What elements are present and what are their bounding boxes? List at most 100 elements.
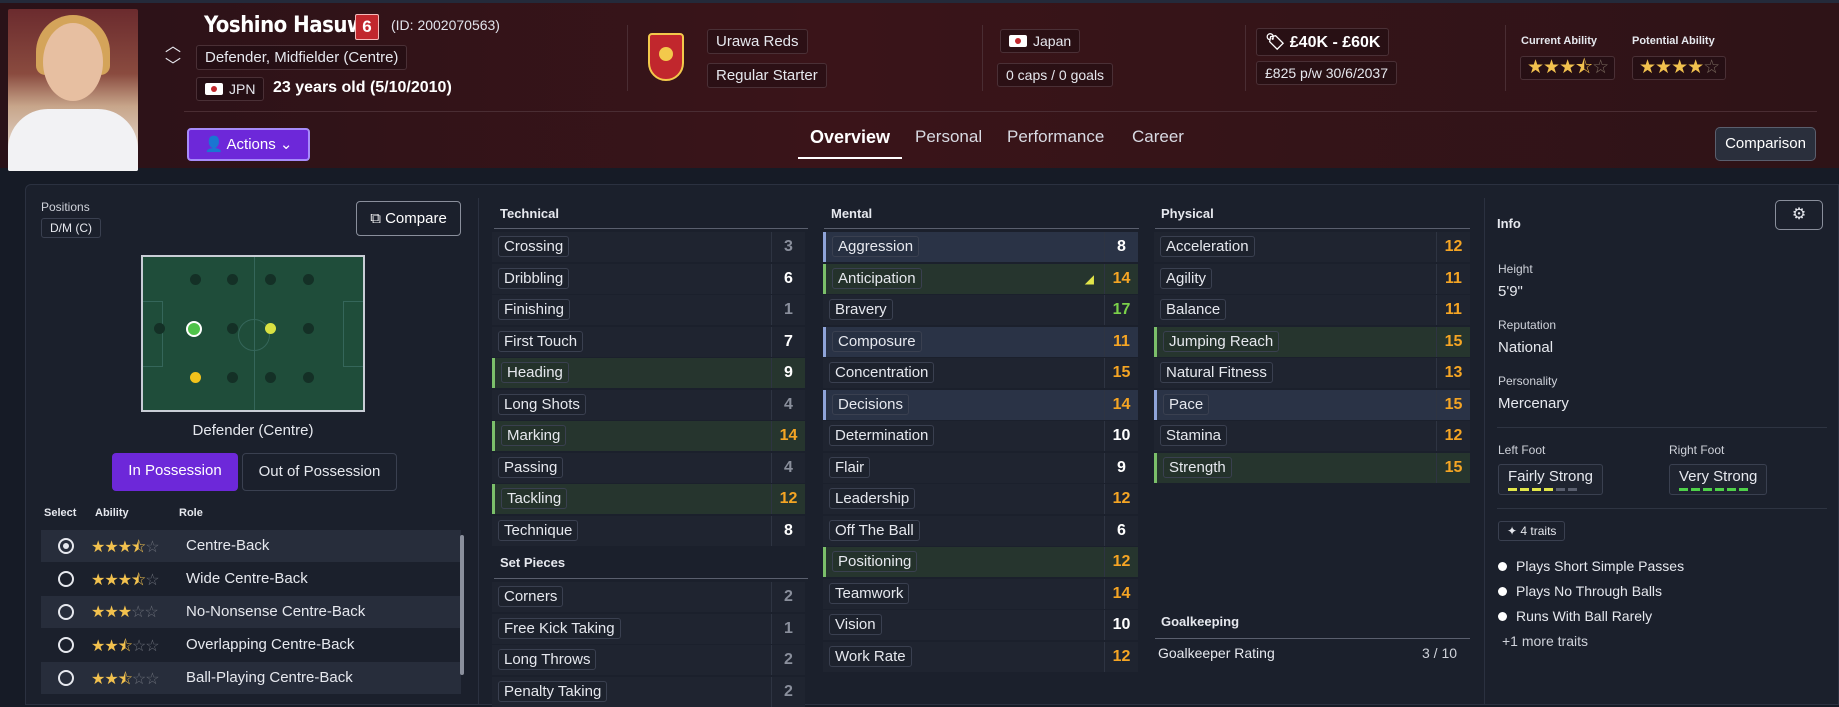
attribute-row[interactable]: Corners 2 — [492, 582, 805, 612]
attribute-row[interactable]: Positioning 12 — [823, 547, 1138, 577]
attribute-row[interactable]: Balance 11 — [1154, 295, 1470, 325]
attribute-row[interactable]: Passing 4 — [492, 452, 805, 483]
divider — [1155, 228, 1470, 229]
attribute-row[interactable]: Jumping Reach 15 — [1154, 326, 1470, 357]
role-row[interactable]: ★★★☆☆ No-Nonsense Centre-Back — [41, 596, 461, 628]
role-row[interactable]: ★★★⯪☆ Wide Centre-Back — [41, 563, 461, 595]
attribute-row[interactable]: Long Shots 4 — [492, 389, 805, 420]
club-crest-icon[interactable] — [648, 33, 684, 81]
actions-button[interactable]: 👤 Actions ⌄ — [187, 128, 310, 161]
comparison-button[interactable]: Comparison — [1715, 127, 1816, 161]
pitch-slot[interactable] — [227, 323, 238, 334]
attribute-value: 15 — [1436, 389, 1470, 420]
role-radio[interactable] — [58, 538, 74, 554]
attribute-row[interactable]: Teamwork 14 — [823, 578, 1138, 609]
divider — [1497, 427, 1827, 428]
pitch-slot[interactable] — [227, 372, 238, 383]
attribute-value: 6 — [1104, 515, 1138, 546]
attribute-row[interactable]: Composure 11 — [823, 326, 1138, 357]
attribute-row[interactable]: Leadership 12 — [823, 484, 1138, 514]
pitch-slot[interactable] — [265, 372, 276, 383]
attribute-row[interactable]: Bravery 17 — [823, 295, 1138, 325]
role-radio[interactable] — [58, 637, 74, 653]
transfer-value[interactable]: 🏷 £40K - £60K — [1256, 28, 1390, 56]
player-header: ︿ ﹀ Yoshino Hasuwa 6 (ID: 2002070563) De… — [0, 0, 1839, 171]
goalkeeping-title: Goalkeeping — [1161, 614, 1240, 629]
tab-performance[interactable]: Performance — [1007, 127, 1104, 147]
chevron-down-icon[interactable]: ﹀ — [164, 57, 182, 77]
key-attribute-flag-icon: ◢ — [1084, 271, 1094, 286]
attribute-row[interactable]: Free Kick Taking 1 — [492, 613, 805, 644]
pitch-slot[interactable] — [154, 323, 165, 334]
role-row[interactable]: ★★⯪☆☆ Overlapping Centre-Back — [41, 629, 461, 661]
attribute-row[interactable]: Determination 10 — [823, 421, 1138, 451]
out-of-possession-toggle[interactable]: Out of Possession — [242, 453, 397, 491]
attribute-row[interactable]: Aggression 8 — [823, 232, 1138, 262]
attribute-value: 12 — [1436, 421, 1470, 451]
attribute-row[interactable]: Vision 10 — [823, 610, 1138, 640]
role-radio[interactable] — [58, 670, 74, 686]
attribute-row[interactable]: Technique 8 — [492, 515, 805, 546]
active-tab-indicator — [798, 157, 902, 159]
attribute-value: 9 — [1104, 452, 1138, 483]
attribute-row[interactable]: Stamina 12 — [1154, 421, 1470, 451]
current-ability-stars: ★★★⯪☆ — [1520, 56, 1616, 80]
attribute-row[interactable]: Marking 14 — [492, 421, 805, 451]
set-pieces-title: Set Pieces — [500, 555, 566, 570]
pitch-slot[interactable] — [227, 274, 238, 285]
attribute-row[interactable]: Strength 15 — [1154, 452, 1470, 483]
attribute-row[interactable]: Heading 9 — [492, 358, 805, 388]
pitch-slot[interactable] — [265, 274, 276, 285]
attribute-row[interactable]: Decisions 14 — [823, 389, 1138, 420]
attribute-row[interactable]: Agility 11 — [1154, 263, 1470, 294]
tab-personal[interactable]: Personal — [915, 127, 982, 147]
role-row[interactable]: ★★★⯪☆ Centre-Back — [41, 530, 461, 562]
attribute-row[interactable]: Work Rate 12 — [823, 641, 1138, 672]
chevron-up-icon[interactable]: ︿ — [164, 37, 182, 57]
nationality-chip[interactable]: JPN — [196, 77, 265, 101]
attribute-row[interactable]: Natural Fitness 13 — [1154, 358, 1470, 388]
attribute-row[interactable]: Acceleration 12 — [1154, 232, 1470, 262]
pitch-slot-tertiary[interactable] — [190, 372, 201, 383]
attribute-row[interactable]: Pace 15 — [1154, 389, 1470, 420]
attribute-value: 12 — [1104, 641, 1138, 672]
role-list-scrollbar[interactable] — [460, 535, 464, 675]
pitch-slot-primary[interactable] — [186, 321, 202, 337]
divider — [1245, 25, 1246, 91]
in-possession-toggle[interactable]: In Possession — [112, 453, 238, 491]
more-traits-link[interactable]: +1 more traits — [1502, 633, 1588, 649]
attribute-row[interactable]: Off The Ball 6 — [823, 515, 1138, 546]
pitch-slot[interactable] — [303, 323, 314, 334]
club-name[interactable]: Urawa Reds — [707, 29, 808, 54]
role-radio[interactable] — [58, 604, 74, 620]
attribute-row[interactable]: Anticipation 14 ◢ — [823, 263, 1138, 294]
attribute-row[interactable]: Concentration 15 — [823, 358, 1138, 388]
pitch-slot[interactable] — [303, 372, 314, 383]
pitch-slot[interactable] — [190, 274, 201, 285]
divider — [1497, 508, 1827, 509]
traits-chip[interactable]: ✦ 4 traits — [1498, 521, 1566, 541]
attribute-name: Tackling — [501, 488, 568, 509]
tab-overview[interactable]: Overview — [810, 127, 890, 148]
role-radio[interactable] — [58, 571, 74, 587]
national-team-chip[interactable]: Japan — [1000, 29, 1081, 53]
attribute-row[interactable]: Tackling 12 — [492, 484, 805, 514]
compare-button[interactable]: ⧉ Compare — [356, 201, 461, 236]
role-ability-stars: ★★★☆☆ — [91, 604, 159, 621]
attribute-row[interactable]: First Touch 7 — [492, 326, 805, 357]
attribute-row[interactable]: Flair 9 — [823, 452, 1138, 483]
pitch-slot-secondary[interactable] — [265, 323, 276, 334]
attribute-value: 13 — [1436, 358, 1470, 388]
attribute-value: 12 — [1436, 232, 1470, 262]
attribute-row[interactable]: Long Throws 2 — [492, 645, 805, 675]
attribute-row[interactable]: Finishing 1 — [492, 295, 805, 325]
attribute-row[interactable]: Dribbling 6 — [492, 263, 805, 294]
attribute-row[interactable]: Crossing 3 — [492, 232, 805, 262]
pitch-slot[interactable] — [303, 274, 314, 285]
attribute-row[interactable]: Penalty Taking 2 — [492, 676, 805, 707]
attribute-name: Technique — [498, 519, 579, 541]
person-settings-icon[interactable]: ⚙ — [1775, 200, 1823, 230]
role-row[interactable]: ★★⯪☆☆ Ball-Playing Centre-Back — [41, 662, 461, 694]
tab-career[interactable]: Career — [1132, 127, 1184, 147]
japan-flag-icon — [205, 83, 223, 95]
